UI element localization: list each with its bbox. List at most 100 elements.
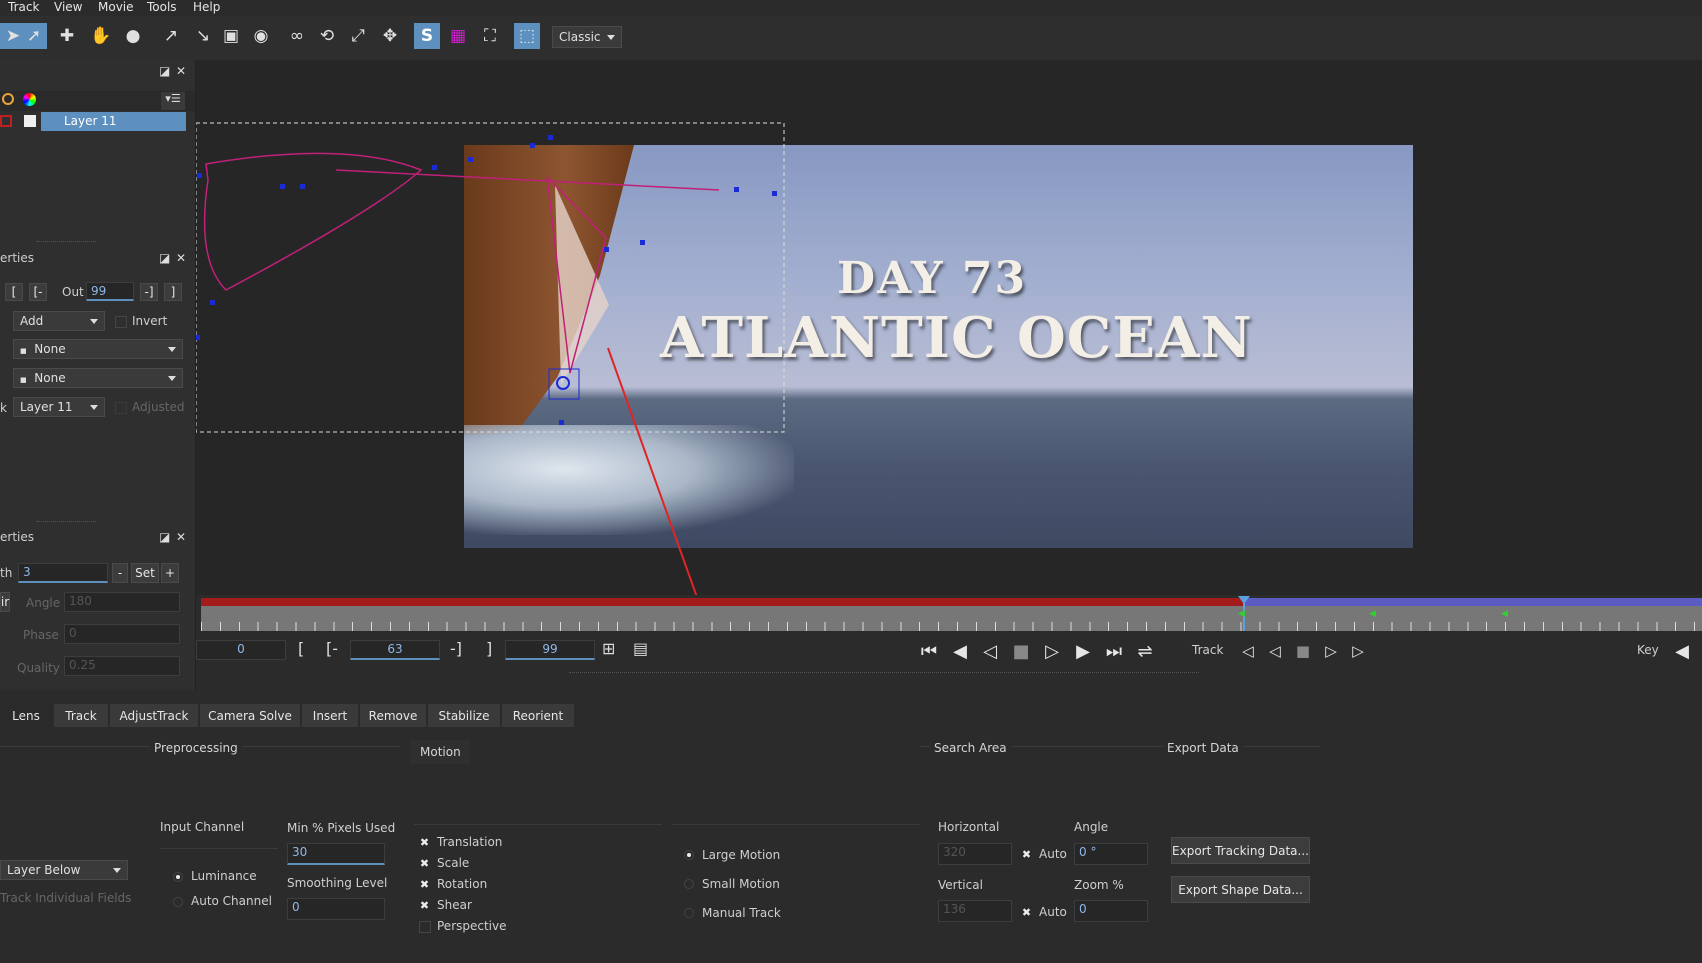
track-step-forward-icon[interactable]: ▷ [1319, 640, 1343, 662]
box-x-icon[interactable]: ▣ [218, 23, 244, 49]
tab-adjusttrack[interactable]: AdjustTrack [110, 704, 198, 727]
float-icon[interactable]: ◪ [159, 251, 170, 265]
zoom-icon[interactable]: ● [120, 23, 146, 49]
stop-icon[interactable]: ■ [1009, 640, 1033, 662]
go-out-icon[interactable]: -] [140, 283, 158, 301]
in-frame-field[interactable]: 63 [350, 640, 440, 660]
auto-channel-radio[interactable] [173, 897, 183, 907]
large-motion-radio[interactable] [684, 850, 694, 860]
out-point-icon[interactable]: ] [164, 283, 182, 301]
spline-shape-sail[interactable] [546, 176, 607, 374]
tracker-box[interactable] [548, 368, 580, 400]
circle-x-icon[interactable]: ◉ [248, 23, 274, 49]
close-icon[interactable]: ✕ [176, 64, 186, 78]
translation-checkbox[interactable]: ✖ [419, 837, 430, 848]
play-forward-icon[interactable]: ▶ [1071, 640, 1095, 662]
tab-camera-solve[interactable]: Camera Solve [200, 704, 300, 727]
matte-b-dropdown[interactable]: ■ None [13, 368, 183, 388]
close-icon[interactable]: ✕ [176, 251, 186, 265]
track-layer-dropdown[interactable]: Layer 11 [13, 397, 105, 417]
trim-icon[interactable]: ⊞ [602, 639, 615, 658]
loop-icon[interactable]: ⇌ [1133, 640, 1157, 662]
tab-track[interactable]: Track [54, 704, 108, 727]
keyframe-marker[interactable]: ◀ [1238, 609, 1245, 619]
width-field[interactable]: 3 [18, 563, 108, 583]
playhead-head-icon[interactable] [1238, 596, 1250, 604]
film-icon[interactable]: ▤ [633, 639, 648, 658]
vertical-field[interactable]: 136 [938, 900, 1012, 922]
in-point-icon[interactable]: [ [5, 283, 23, 301]
zoom-field[interactable]: 0 [1074, 900, 1148, 922]
layer-color-swatch[interactable] [0, 115, 12, 127]
color-prefix[interactable]: ir [0, 592, 10, 612]
horizontal-field[interactable]: 320 [938, 843, 1012, 865]
track-forward-icon[interactable]: ▷ [1346, 640, 1370, 662]
shear-checkbox[interactable]: ✖ [419, 900, 430, 911]
step-back-icon[interactable]: ◁ [978, 640, 1002, 662]
layers-menu-icon[interactable]: ▾☰ [161, 92, 185, 110]
selection-box[interactable] [196, 122, 785, 433]
scale-checkbox[interactable]: ✖ [419, 858, 430, 869]
width-set-button[interactable]: Set [131, 563, 159, 583]
set-out-icon[interactable]: ] [486, 639, 492, 658]
layer-visibility-toggle[interactable] [24, 115, 36, 127]
track-step-back-icon[interactable]: ◁ [1263, 640, 1287, 662]
track-stop-icon[interactable]: ■ [1291, 640, 1315, 662]
hand-icon[interactable]: ✋ [88, 23, 114, 49]
go-in-icon[interactable]: [- [326, 639, 338, 658]
menu-view[interactable]: View [54, 0, 82, 14]
tracker-icon[interactable]: ↗ [158, 23, 184, 49]
layer-row-selected[interactable]: Layer 11 [41, 112, 186, 131]
matte-a-dropdown[interactable]: ■ None [13, 339, 183, 359]
out-frame-field[interactable]: 99 [505, 640, 595, 660]
play-backward-icon[interactable]: ◀ [948, 640, 972, 662]
set-in-icon[interactable]: [ [298, 639, 304, 658]
tab-remove[interactable]: Remove [360, 704, 426, 727]
expand-icon[interactable]: ⛶ [477, 23, 503, 49]
go-out-icon[interactable]: -] [450, 639, 462, 658]
go-in-icon[interactable]: [- [29, 283, 47, 301]
luminance-radio[interactable] [173, 872, 183, 882]
phase-field[interactable]: 0 [64, 624, 180, 644]
shape-s-icon[interactable]: S [414, 23, 440, 49]
small-motion-radio[interactable] [684, 879, 694, 889]
color-wheel-icon[interactable] [2, 93, 14, 105]
spline-edge[interactable] [335, 169, 720, 191]
export-tracking-button[interactable]: Export Tracking Data... [1171, 837, 1310, 864]
angle-field[interactable]: 180 [64, 592, 180, 612]
angle-search-field[interactable]: 0 ° [1074, 843, 1148, 865]
step-forward-icon[interactable]: ▷ [1040, 640, 1064, 662]
spline-overlay[interactable] [196, 60, 1702, 595]
min-pixels-field[interactable]: 30 [287, 843, 385, 865]
float-icon[interactable]: ◪ [159, 530, 170, 544]
tab-stabilize[interactable]: Stabilize [428, 704, 500, 727]
fit-frame-icon[interactable]: ⬚ [514, 23, 540, 49]
menu-movie[interactable]: Movie [98, 0, 134, 14]
timeline-ruler[interactable] [201, 606, 1702, 631]
select-points-icon[interactable]: ➚ [21, 23, 47, 49]
menu-help[interactable]: Help [193, 0, 220, 14]
link-icon[interactable]: ∞ [284, 23, 310, 49]
key-prev-icon[interactable]: ◀ [1670, 640, 1694, 662]
keyframe-marker[interactable]: ◀ [1369, 609, 1376, 619]
input-channel-dropdown[interactable]: Layer Below [0, 860, 128, 880]
lasso-icon[interactable]: ⟲ [314, 23, 340, 49]
export-shape-button[interactable]: Export Shape Data... [1171, 876, 1310, 903]
add-point-icon[interactable]: ✚ [54, 23, 80, 49]
perspective-checkbox[interactable] [419, 921, 431, 933]
manual-track-radio[interactable] [684, 908, 694, 918]
go-end-icon[interactable]: ⏭ [1102, 640, 1126, 662]
menu-track[interactable]: Track [8, 0, 39, 14]
smoothing-field[interactable]: 0 [287, 898, 385, 920]
out-field[interactable]: 99 [86, 282, 134, 301]
horizontal-auto-checkbox[interactable]: ✖ [1021, 849, 1032, 860]
grid-icon[interactable]: ▦ [445, 23, 471, 49]
hue-wheel-icon[interactable] [23, 93, 36, 106]
float-icon[interactable]: ◪ [159, 64, 170, 78]
tab-insert[interactable]: Insert [302, 704, 358, 727]
track-backward-icon[interactable]: ◁ [1236, 640, 1260, 662]
rotation-checkbox[interactable]: ✖ [419, 879, 430, 890]
keyframe-marker[interactable]: ◀ [1501, 609, 1508, 619]
scale-icon[interactable]: ⤢ [345, 23, 371, 49]
tracker-center-icon[interactable] [556, 376, 570, 390]
